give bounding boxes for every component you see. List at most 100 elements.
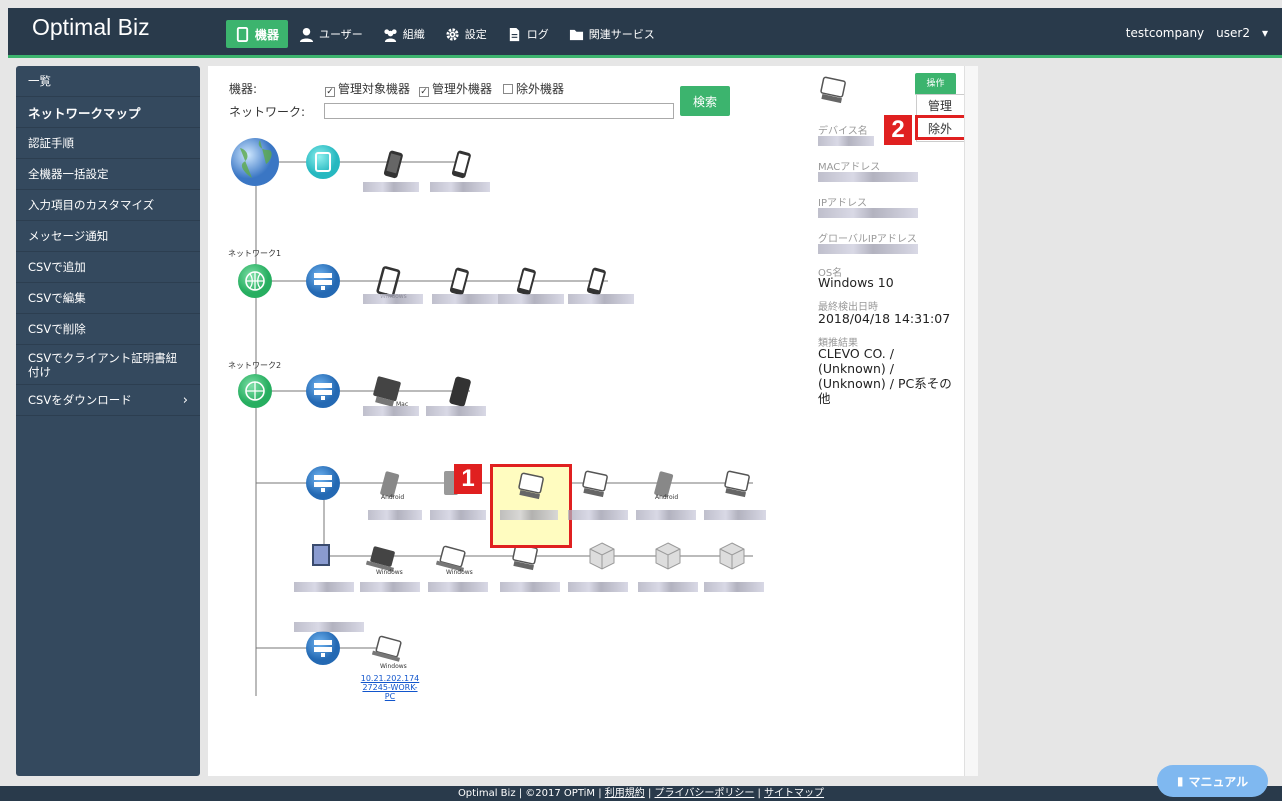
- laptop-icon: [365, 546, 395, 572]
- mobile-gateway-icon: [306, 145, 340, 179]
- unknown-device-cube-icon: [589, 542, 615, 570]
- smartphone-icon: [586, 267, 606, 296]
- server-icon: [306, 264, 340, 298]
- network-input[interactable]: [324, 103, 674, 119]
- sidebar-item-csv-cert[interactable]: CSVでクライアント証明書紐付け: [16, 345, 200, 385]
- sidebar-item-label: メッセージ通知: [28, 229, 109, 243]
- sidebar-item-csv-edit[interactable]: CSVで編集: [16, 283, 200, 314]
- sidebar-item-label: 一覧: [28, 74, 51, 88]
- footer-sitemap-link[interactable]: サイトマップ: [764, 788, 824, 799]
- sidebar-item-customize-fields[interactable]: 入力項目のカスタマイズ: [16, 190, 200, 221]
- blurred-label: [704, 510, 766, 520]
- network2-label: ネットワーク2: [228, 361, 281, 370]
- sidebar: 一覧 ネットワークマップ 認証手順 全機器一括設定 入力項目のカスタマイズ メッ…: [16, 66, 200, 776]
- operation-button[interactable]: 操作: [915, 73, 956, 95]
- blurred-label: [426, 406, 486, 416]
- smartphone-icon: [383, 150, 403, 179]
- sidebar-item-auth-procedure[interactable]: 認証手順: [16, 128, 200, 159]
- windows-tag: Windows: [446, 569, 473, 576]
- checkbox-excluded-label: 除外機器: [516, 82, 565, 96]
- search-button[interactable]: 検索: [680, 86, 730, 116]
- nav-devices[interactable]: 機器: [226, 20, 289, 48]
- phone-icon: [236, 26, 249, 42]
- ip-address-label: IPアドレス: [818, 198, 867, 209]
- checkbox-checked-icon: ✓: [419, 87, 429, 97]
- sidebar-item-label: 認証手順: [28, 136, 74, 150]
- unknown-device-cube-icon: [655, 542, 681, 570]
- device-filter-label: 機器:: [229, 82, 258, 96]
- nav-related-services[interactable]: 関連サービス: [560, 20, 664, 48]
- user-menu[interactable]: testcompany user2 ▾: [1126, 26, 1268, 40]
- footer: Optimal Biz | ©2017 OPTiM | 利用規約 | プライバシ…: [0, 786, 1282, 801]
- footer-privacy-link[interactable]: プライバシーポリシー: [655, 788, 755, 799]
- server-icon: [306, 374, 340, 408]
- blurred-label: [368, 510, 422, 520]
- annotation-badge-1: 1: [454, 464, 482, 494]
- internet-globe-icon: [231, 138, 279, 186]
- sidebar-item-list[interactable]: 一覧: [16, 66, 200, 97]
- checkbox-unmanaged-label: 管理外機器: [432, 82, 493, 96]
- checkbox-unmanaged[interactable]: ✓ 管理外機器: [419, 80, 492, 97]
- desktop-pc-icon: [582, 470, 608, 498]
- blurred-label: [430, 510, 486, 520]
- sidebar-item-csv-download[interactable]: CSVをダウンロード ›: [16, 385, 200, 416]
- blurred-label: [568, 582, 628, 592]
- footer-terms-link[interactable]: 利用規約: [605, 788, 645, 799]
- device-desktop-icon: [820, 76, 846, 104]
- annotation-box-1: [490, 464, 572, 548]
- smartphone-icon: [449, 376, 471, 407]
- blurred-label: [360, 582, 420, 592]
- menu-item-manage-label: 管理: [928, 99, 953, 113]
- sidebar-item-label: CSVで編集: [28, 291, 86, 305]
- main-nav: 機器 ユーザー 組織 設定 ログ 関連サービス: [226, 20, 664, 48]
- monitor-icon: [312, 544, 330, 566]
- blurred-label: [363, 406, 419, 416]
- manual-button[interactable]: ▮ マニュアル: [1157, 765, 1268, 797]
- server-icon: [306, 631, 340, 665]
- checkbox-excluded[interactable]: 除外機器: [503, 80, 564, 97]
- device-link-line: PC: [384, 692, 396, 701]
- sidebar-item-label: 全機器一括設定: [28, 167, 109, 181]
- sidebar-item-network-map[interactable]: ネットワークマップ: [16, 97, 200, 128]
- device-detail-panel: 操作 管理▸ 除外 2 デバイス名 MACアドレス IPアドレス グローバルIP…: [808, 66, 977, 776]
- checkbox-managed[interactable]: ✓ 管理対象機器: [325, 80, 410, 97]
- blurred-label: [430, 182, 490, 192]
- tablet-icon: [376, 266, 401, 298]
- book-icon: ▮: [1176, 774, 1184, 788]
- os-name-value: Windows 10: [818, 275, 894, 290]
- chevron-right-icon: ›: [182, 392, 188, 408]
- connection-lines: [255, 161, 753, 696]
- device-link[interactable]: 10.21.202.174 27245-WORK- PC: [354, 674, 426, 701]
- nav-users[interactable]: ユーザー: [290, 20, 372, 48]
- blurred-label: [568, 510, 628, 520]
- nav-organization[interactable]: 組織: [374, 20, 434, 48]
- mac-address-label: MACアドレス: [818, 162, 881, 173]
- sidebar-item-label: 入力項目のカスタマイズ: [28, 198, 155, 212]
- blurred-label: [636, 510, 696, 520]
- blurred-mac-address: [818, 172, 918, 182]
- detail-scrollbar[interactable]: [964, 66, 978, 776]
- nav-settings-label: 設定: [464, 28, 487, 41]
- sidebar-item-message-notify[interactable]: メッセージ通知: [16, 221, 200, 252]
- laptop-icon: [435, 545, 466, 572]
- manual-button-label: マニュアル: [1188, 774, 1249, 789]
- windows-tag: Windows: [380, 663, 407, 670]
- blurred-label: [500, 582, 560, 592]
- global-ip-label: グローバルIPアドレス: [818, 234, 917, 245]
- blurred-label: [428, 582, 488, 592]
- sidebar-item-label: CSVで追加: [28, 260, 86, 274]
- network-globe-icon: [238, 264, 272, 298]
- top-navigation-bar: Optimal Biz 機器 ユーザー 組織 設定 ログ 関連サービス test…: [8, 8, 1282, 58]
- caret-down-icon: ▾: [1261, 26, 1268, 40]
- nav-logs[interactable]: ログ: [498, 20, 558, 48]
- nav-settings[interactable]: 設定: [436, 20, 496, 48]
- sidebar-item-csv-add[interactable]: CSVで追加: [16, 252, 200, 283]
- sidebar-item-bulk-settings[interactable]: 全機器一括設定: [16, 159, 200, 190]
- inference-value: CLEVO CO. / (Unknown) / (Unknown) / PC系そ…: [818, 346, 952, 406]
- nav-logs-label: ログ: [526, 28, 549, 41]
- sidebar-item-csv-delete[interactable]: CSVで削除: [16, 314, 200, 345]
- network-filter-label: ネットワーク:: [229, 105, 306, 119]
- app-logo[interactable]: Optimal Biz: [32, 14, 150, 41]
- windows-tag: Windows: [376, 569, 403, 576]
- device-name-label: デバイス名: [818, 126, 868, 137]
